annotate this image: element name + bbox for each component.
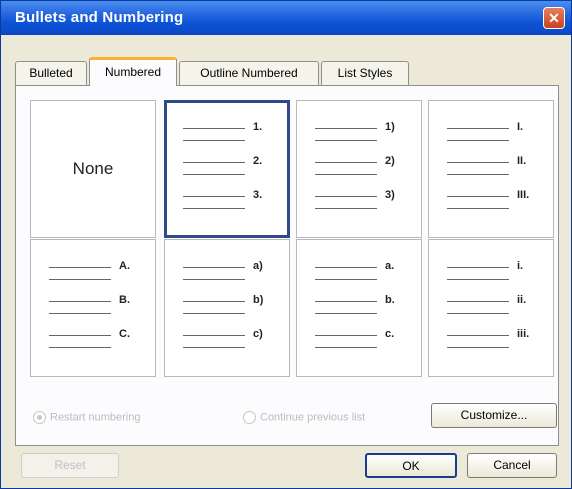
close-icon: ✕ (548, 10, 560, 26)
number-mark: I. (517, 121, 524, 133)
list-line (447, 140, 509, 141)
list-line (447, 313, 509, 314)
numbering-style-6[interactable]: a. b. c. (296, 239, 422, 377)
cancel-button[interactable]: Cancel (467, 453, 557, 478)
list-line (315, 128, 377, 129)
numbering-style-5[interactable]: a) b) c) (164, 239, 290, 377)
tab-numbered[interactable]: Numbered (89, 57, 177, 86)
restart-label: Restart numbering (50, 411, 141, 424)
number-mark: II. (517, 155, 527, 167)
continue-label: Continue previous list (260, 411, 366, 424)
list-line (183, 301, 245, 302)
list-line (183, 267, 245, 268)
list-line (183, 313, 245, 314)
title-bar: Bullets and Numbering ✕ (1, 1, 571, 35)
list-line (447, 267, 509, 268)
number-mark: 2. (253, 155, 263, 167)
number-mark: 3) (385, 189, 395, 201)
continue-list-option[interactable]: Continue previous list (243, 411, 365, 424)
list-line (315, 313, 377, 314)
list-line (49, 313, 111, 314)
number-mark: 1. (253, 121, 263, 133)
number-mark: III. (517, 189, 530, 201)
numbering-style-1[interactable]: 1. 2. 3. (164, 100, 290, 238)
list-line (49, 347, 111, 348)
number-mark: c) (253, 328, 263, 340)
list-line (183, 140, 245, 141)
list-line (49, 335, 111, 336)
ok-button[interactable]: OK (365, 453, 457, 478)
tab-outline-numbered[interactable]: Outline Numbered (179, 61, 319, 85)
number-mark: i. (517, 260, 524, 272)
list-line (315, 140, 377, 141)
number-mark: A. (119, 260, 130, 272)
list-line (183, 208, 245, 209)
number-mark: 1) (385, 121, 395, 133)
continue-radio[interactable] (243, 411, 256, 424)
list-line (49, 267, 111, 268)
number-mark: 3. (253, 189, 263, 201)
list-line (315, 208, 377, 209)
list-line (447, 279, 509, 280)
list-line (183, 128, 245, 129)
list-line (183, 196, 245, 197)
bullets-numbering-dialog: Bullets and Numbering ✕ Bulleted Numbere… (0, 0, 572, 489)
list-line (447, 301, 509, 302)
tab-list-styles[interactable]: List Styles (321, 61, 409, 85)
list-line (183, 174, 245, 175)
numbering-style-7[interactable]: i. ii. iii. (428, 239, 554, 377)
list-line (447, 174, 509, 175)
list-line (447, 208, 509, 209)
list-line (447, 347, 509, 348)
list-line (315, 162, 377, 163)
number-mark: b) (253, 294, 264, 306)
number-mark: 2) (385, 155, 395, 167)
list-line (315, 174, 377, 175)
number-mark: ii. (517, 294, 527, 306)
number-mark: iii. (517, 328, 530, 340)
list-line (315, 196, 377, 197)
list-line (183, 347, 245, 348)
list-line (447, 162, 509, 163)
customize-button[interactable]: Customize... (431, 403, 557, 428)
numbered-panel: None 1. 2. 3. 1) 2) 3) I. II. III. A. B. C. a) b) c) a. b… (15, 85, 559, 446)
list-line (183, 335, 245, 336)
numbering-style-2[interactable]: 1) 2) 3) (296, 100, 422, 238)
list-line (49, 279, 111, 280)
list-line (315, 279, 377, 280)
number-mark: a) (253, 260, 263, 272)
reset-button[interactable]: Reset (21, 453, 119, 478)
numbering-style-3[interactable]: I. II. III. (428, 100, 554, 238)
tab-bulleted[interactable]: Bulleted (15, 61, 87, 85)
list-line (447, 196, 509, 197)
number-mark: c. (385, 328, 395, 340)
restart-numbering-option[interactable]: Restart numbering (33, 411, 141, 424)
list-line (315, 347, 377, 348)
numbering-style-none[interactable]: None (30, 100, 156, 238)
numbering-style-4[interactable]: A. B. C. (30, 239, 156, 377)
dialog-title: Bullets and Numbering (15, 9, 184, 26)
close-button[interactable]: ✕ (543, 7, 565, 29)
list-line (447, 335, 509, 336)
list-line (315, 301, 377, 302)
list-line (315, 335, 377, 336)
number-mark: b. (385, 294, 395, 306)
number-mark: a. (385, 260, 395, 272)
number-mark: C. (119, 328, 130, 340)
list-line (183, 279, 245, 280)
list-line (49, 301, 111, 302)
list-line (447, 128, 509, 129)
list-line (183, 162, 245, 163)
restart-radio[interactable] (33, 411, 46, 424)
number-mark: B. (119, 294, 130, 306)
list-line (315, 267, 377, 268)
none-label: None (72, 159, 114, 178)
